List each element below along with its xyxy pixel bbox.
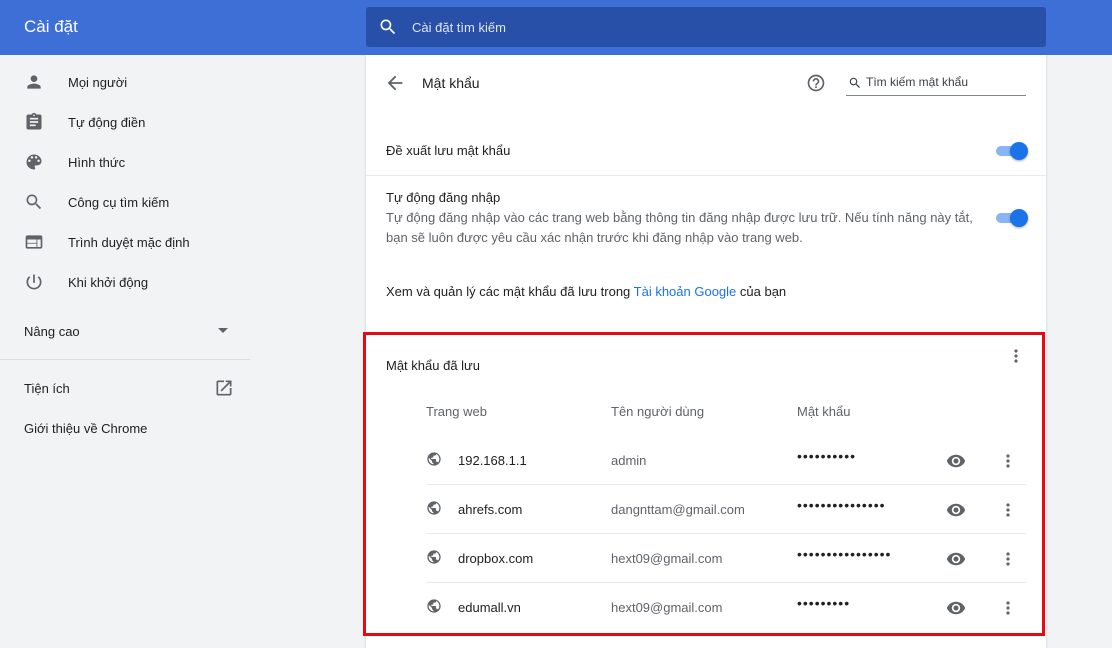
- advanced-label: Nâng cao: [24, 323, 80, 339]
- search-icon: [380, 19, 396, 35]
- open-in-new-icon: [216, 380, 232, 396]
- help-icon[interactable]: [806, 73, 826, 93]
- app-title: Cài đặt: [24, 17, 78, 36]
- sidebar-item-label: Tiện ích: [24, 380, 70, 396]
- offer-save-label: Đề xuất lưu mật khẩu: [386, 143, 511, 158]
- browser-icon: [25, 235, 43, 249]
- sidebar-item-label: Giới thiệu về Chrome: [24, 420, 148, 436]
- back-arrow-icon[interactable]: [384, 72, 406, 94]
- row-site: 192.168.1.1: [458, 453, 527, 468]
- sidebar-item-about[interactable]: Giới thiệu về Chrome: [0, 410, 250, 446]
- auto-signin-desc-line: Tự động đăng nhập vào các trang web bằng…: [386, 210, 973, 225]
- row-password: •••••••••: [797, 595, 851, 611]
- person-icon: [27, 75, 41, 89]
- password-row: dropbox.com hext09@gmail.com •••••••••••…: [426, 533, 1026, 582]
- password-search-input[interactable]: [866, 75, 1024, 89]
- sidebar-item-label: Hình thức: [68, 154, 126, 170]
- account-passwords-text: Xem và quản lý các mật khẩu đã lưu trong…: [386, 284, 786, 299]
- settings-search-input[interactable]: [412, 19, 1012, 35]
- sidebar-item-label: Mọi người: [68, 74, 128, 90]
- more-vert-icon[interactable]: [998, 500, 1018, 520]
- auto-signin-toggle[interactable]: [996, 209, 1028, 227]
- eye-icon[interactable]: [946, 549, 966, 569]
- row-divider: [366, 175, 1046, 176]
- eye-icon[interactable]: [946, 500, 966, 520]
- row-site: edumall.vn: [458, 600, 521, 615]
- settings-search-box[interactable]: [366, 7, 1046, 47]
- column-header-password: Mật khẩu: [797, 404, 851, 419]
- sidebar-item-label: Tự động điền: [68, 114, 146, 130]
- password-search-box[interactable]: [846, 73, 1026, 96]
- search-icon: [26, 194, 42, 210]
- sidebar-item-extensions[interactable]: Tiện ích: [0, 370, 250, 406]
- top-bar: Cài đặt: [0, 0, 1112, 55]
- sidebar-item-appearance[interactable]: Hình thức: [0, 142, 250, 182]
- sidebar-item-autofill[interactable]: Tự động điền: [0, 102, 250, 142]
- power-icon: [26, 274, 42, 290]
- row-username: dangnttam@gmail.com: [611, 502, 745, 517]
- auto-signin-description: Tự động đăng nhập vào các trang web bằng…: [386, 208, 976, 248]
- row-username: hext09@gmail.com: [611, 600, 723, 615]
- offer-save-toggle[interactable]: [996, 142, 1028, 160]
- sidebar-item-people[interactable]: Mọi người: [0, 62, 250, 102]
- passwords-header: Mật khẩu: [366, 55, 1046, 111]
- column-header-site: Trang web: [426, 404, 487, 419]
- password-row: ahrefs.com dangnttam@gmail.com •••••••••…: [426, 484, 1026, 533]
- row-password: ••••••••••: [797, 448, 857, 464]
- clipboard-icon: [26, 112, 42, 130]
- google-account-link[interactable]: Tài khoản Google: [634, 284, 737, 299]
- page-title: Mật khẩu: [422, 75, 480, 91]
- globe-icon: [427, 550, 441, 564]
- sidebar-divider: [0, 359, 250, 360]
- more-vert-icon[interactable]: [998, 451, 1018, 471]
- toggle-knob: [1010, 209, 1028, 227]
- eye-icon[interactable]: [946, 451, 966, 471]
- sidebar-item-default-browser[interactable]: Trình duyệt mặc định: [0, 222, 250, 262]
- saved-passwords-title: Mật khẩu đã lưu: [386, 358, 480, 373]
- auto-signin-label: Tự động đăng nhập: [386, 190, 501, 205]
- row-site: dropbox.com: [458, 551, 534, 566]
- row-password: ••••••••••••••••: [797, 546, 892, 562]
- sidebar-item-search-engine[interactable]: Công cụ tìm kiếm: [0, 182, 250, 222]
- row-username: hext09@gmail.com: [611, 551, 723, 566]
- more-vert-icon[interactable]: [998, 598, 1018, 618]
- row-site: ahrefs.com: [458, 502, 523, 517]
- account-text-after: của bạn: [736, 284, 787, 299]
- more-vert-icon[interactable]: [998, 549, 1018, 569]
- row-password: •••••••••••••••: [797, 497, 886, 513]
- globe-icon: [427, 501, 441, 515]
- eye-icon[interactable]: [946, 598, 966, 618]
- sidebar-item-label: Công cụ tìm kiếm: [68, 194, 170, 210]
- palette-icon: [26, 154, 42, 170]
- globe-icon: [427, 599, 441, 613]
- passwords-card: Mật khẩu Đề xuất lưu mật khẩu Tự động đă…: [366, 55, 1046, 648]
- column-header-username: Tên người dùng: [611, 404, 705, 419]
- sidebar-item-on-startup[interactable]: Khi khởi động: [0, 262, 250, 302]
- sidebar-item-label: Khi khởi động: [68, 274, 149, 290]
- row-username: admin: [611, 453, 647, 468]
- password-row: 192.168.1.1 admin ••••••••••: [426, 436, 1026, 485]
- caret-down-icon: [218, 328, 228, 333]
- password-row: edumall.vn hext09@gmail.com •••••••••: [426, 582, 1026, 631]
- auto-signin-desc-line: bạn sẽ luôn được yêu cầu xác nhận trước …: [386, 230, 803, 245]
- sidebar-item-label: Trình duyệt mặc định: [68, 234, 190, 250]
- globe-icon: [427, 452, 441, 466]
- account-text-before: Xem và quản lý các mật khẩu đã lưu trong: [386, 284, 634, 299]
- advanced-toggle[interactable]: Nâng cao: [0, 313, 250, 349]
- search-icon: [849, 77, 860, 88]
- more-vert-icon[interactable]: [1006, 346, 1026, 366]
- toggle-knob: [1010, 142, 1028, 160]
